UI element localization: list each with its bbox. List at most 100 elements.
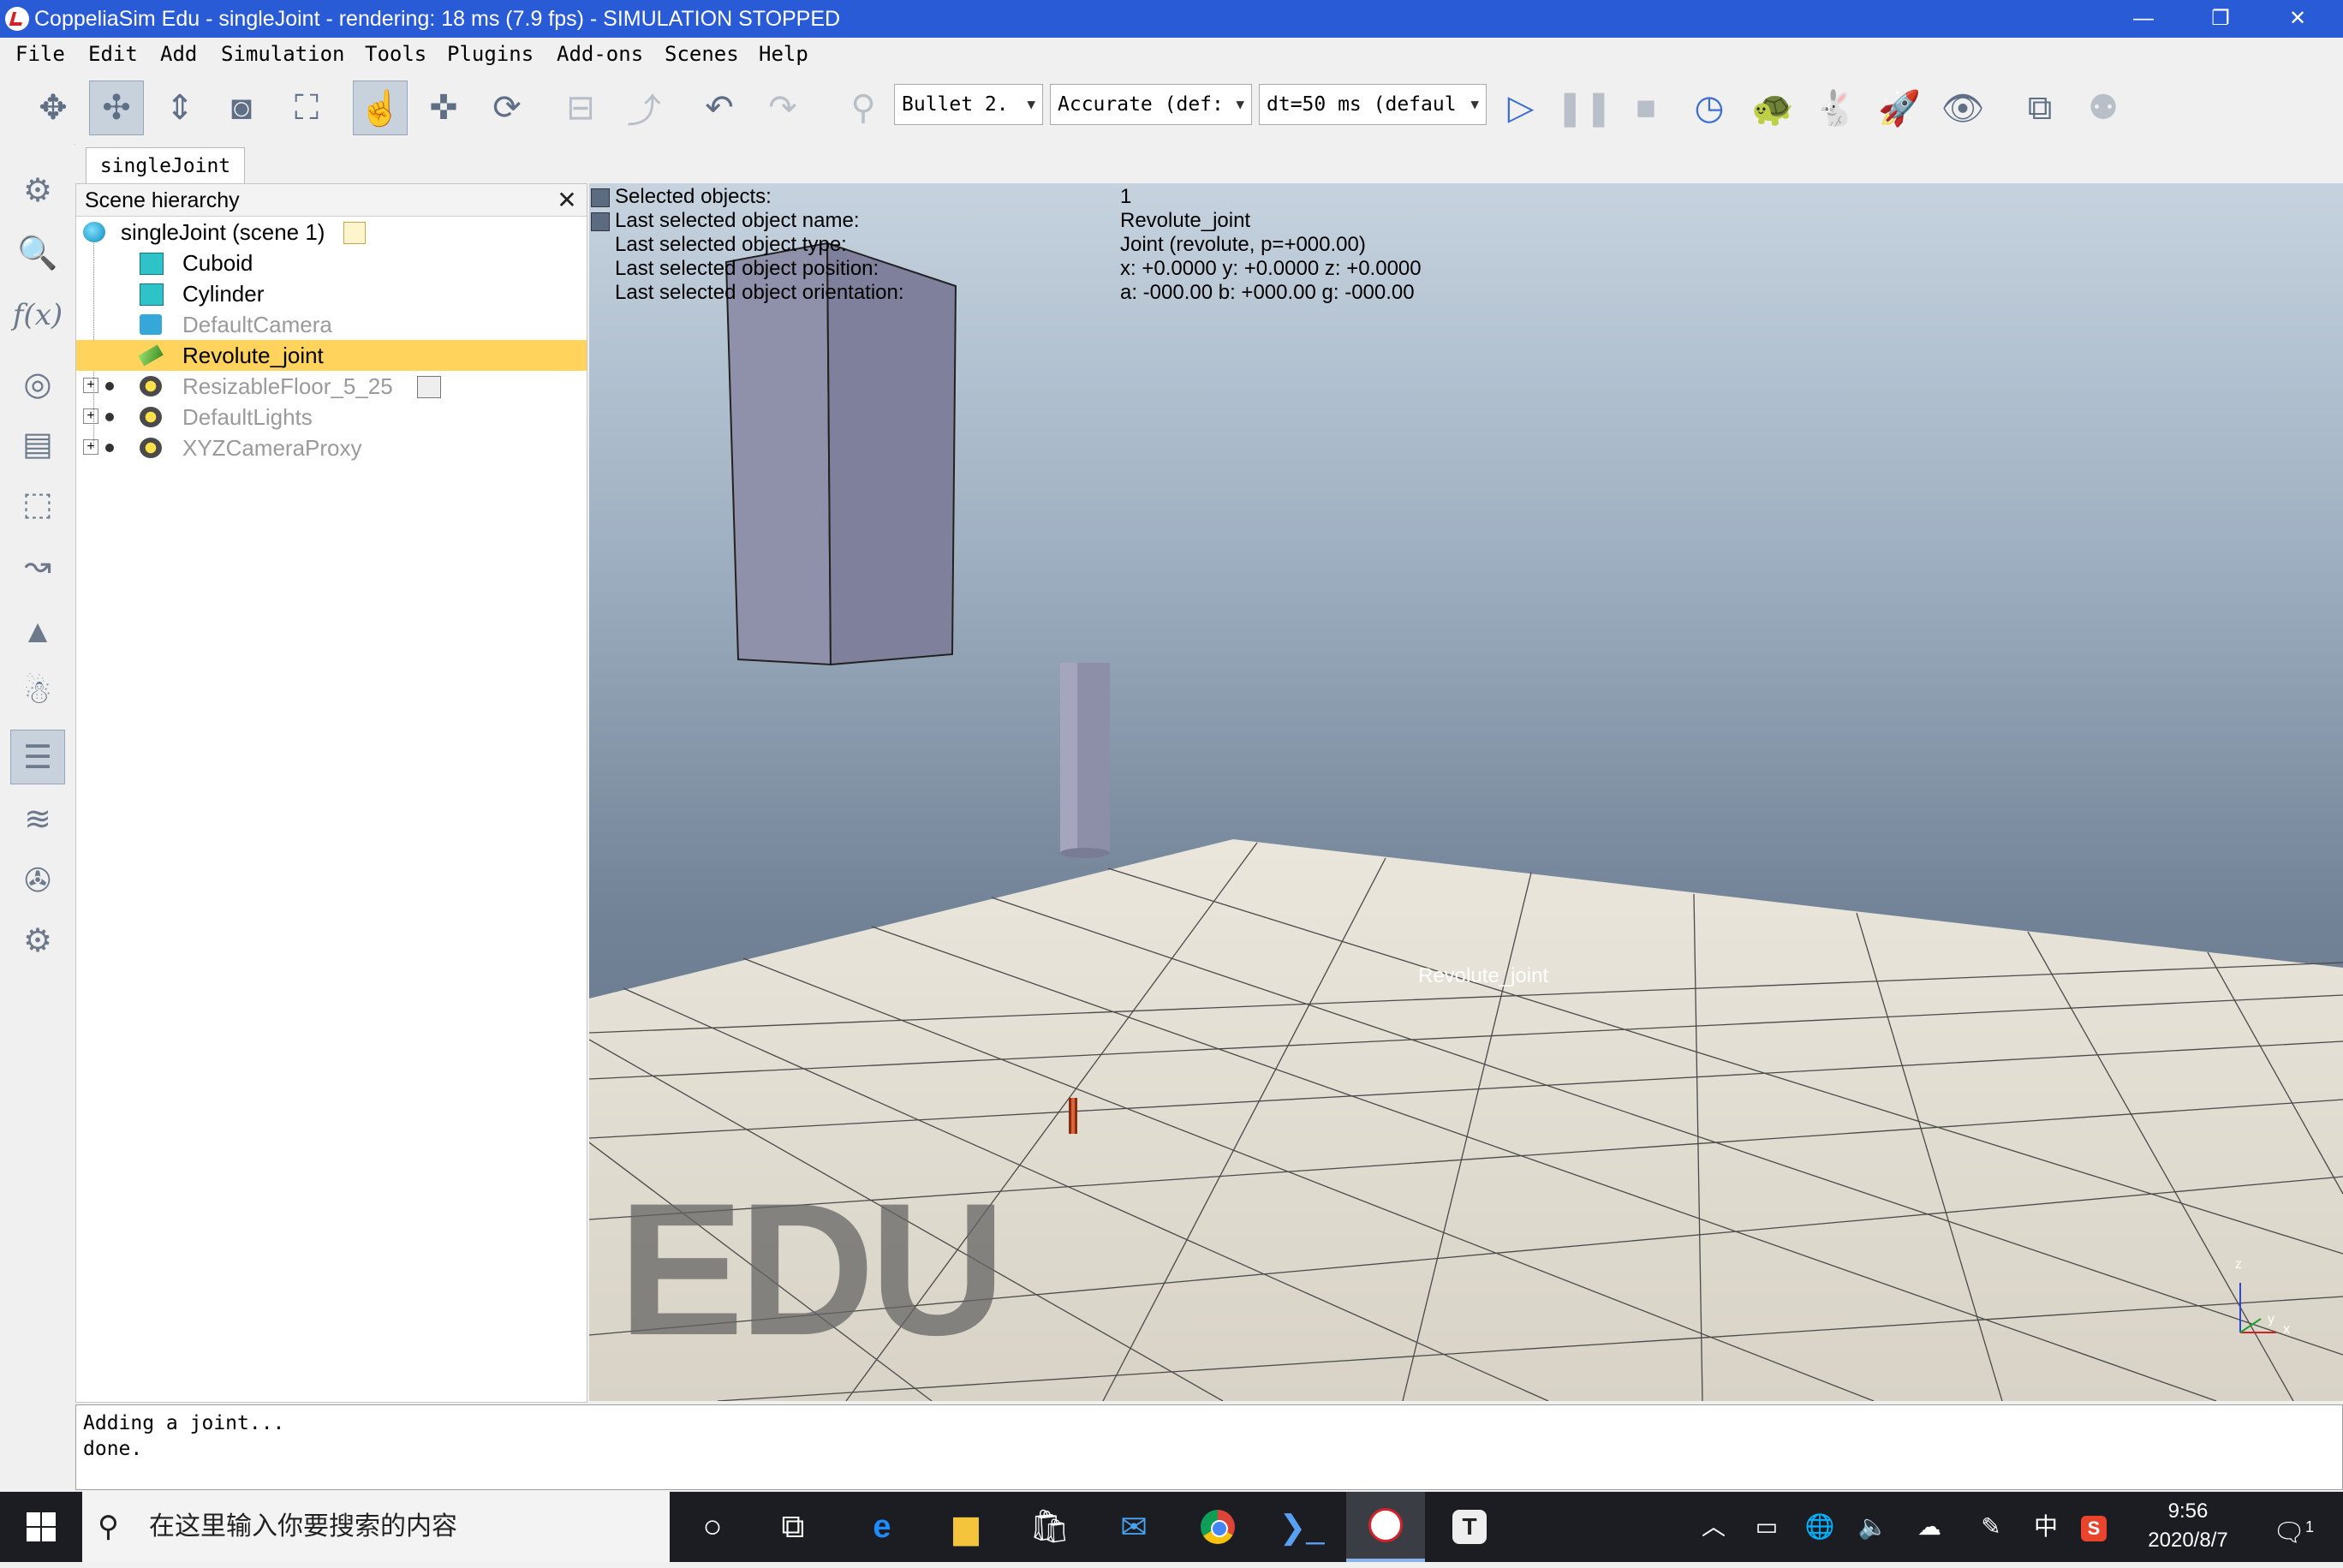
show-hidden-icons-icon[interactable]: ︿ [1692,1492,1735,1562]
object-shift-icon[interactable]: ✜ [416,80,471,135]
hierarchy-item-resizablefloor[interactable]: + ResizableFloor_5_25 [76,371,587,402]
menu-edit[interactable]: Edit [88,38,138,70]
hierarchy-item-scene[interactable]: singleJoint (scene 1) [76,217,587,247]
cloud-upload-icon[interactable]: ☁ [1908,1492,1951,1562]
menu-tools[interactable]: Tools [365,38,426,70]
scene-hierarchy-icon[interactable]: ☰ [10,730,65,784]
physics-engine-select[interactable]: Bullet 2. ▼ [894,84,1043,125]
scripts-icon[interactable]: ▤ [10,416,65,471]
user-settings-icon[interactable]: ⚙ [10,913,65,968]
undo-icon[interactable]: ↶ [692,80,747,135]
model-icon [140,376,162,396]
taskbar-clock[interactable]: 9:56 2020/8/7 [2115,1497,2261,1555]
menu-add[interactable]: Add [160,38,197,70]
menu-file[interactable]: File [15,38,65,70]
sogou-ime-icon[interactable]: S [2072,1492,2115,1562]
mail-icon[interactable]: ✉ [1094,1492,1173,1562]
layers-icon[interactable]: ≋ [10,791,65,846]
video-recorder-icon[interactable]: ✇ [10,853,65,908]
redo-icon[interactable]: ↷ [755,80,810,135]
selection-icon[interactable]: ▲ [10,605,65,659]
stop-icon[interactable]: ■ [1619,80,1673,135]
menu-help[interactable]: Help [759,38,808,70]
menu-bar: File Edit Add Simulation Tools Plugins A… [0,38,2343,70]
model-dot-icon [105,413,114,421]
close-button[interactable]: ✕ [2259,0,2336,38]
camera-rotate-icon[interactable]: ✣ [89,80,144,135]
magnifier-icon[interactable]: 🔍 [10,226,65,281]
script-icon[interactable] [343,222,366,244]
powershell-icon[interactable]: ❯_ [1262,1492,1341,1562]
transfer-dna-icon[interactable]: ⤴ [617,80,671,135]
real-time-icon[interactable]: ◷ [1682,80,1737,135]
click-select-icon[interactable]: ☝ [353,80,408,135]
scene-selector-icon[interactable]: ⚉ [2076,80,2131,135]
typora-icon[interactable]: T [1430,1492,1509,1562]
camera-angle-icon[interactable]: ◙ [214,80,269,135]
simulation-settings-icon[interactable]: ⚙ [10,163,65,218]
taskbar-search-box[interactable]: ⚲ 在这里输入你要搜索的内容 [82,1492,670,1562]
info-value: Joint (revolute, p=+000.00) [1120,233,1366,256]
expand-icon[interactable]: + [83,408,98,424]
assemble-icon[interactable]: ⊟ [553,80,608,135]
pen-icon[interactable]: ✎ [1970,1492,2012,1562]
shape-edit-icon[interactable]: ⬚ [10,476,65,531]
expand-icon[interactable]: + [83,439,98,455]
visualization-eye-icon[interactable]: 👁 [1935,80,1990,135]
collections-icon[interactable]: ◎ [10,356,65,411]
speed-up-rabbit-icon[interactable]: 🐇 [1809,80,1863,135]
hierarchy-item-xyzcameraproxy[interactable]: + XYZCameraProxy [76,432,587,463]
thread-rendering-rocket-icon[interactable]: 🚀 [1872,80,1927,135]
battery-icon[interactable]: ▭ [1745,1492,1788,1562]
task-view-icon[interactable]: ⧉ [754,1492,832,1562]
menu-scenes[interactable]: Scenes [665,38,739,70]
slow-down-turtle-icon[interactable]: 🐢 [1745,80,1800,135]
path-edit-icon[interactable]: ↝ [10,538,65,593]
object-rotate-icon[interactable]: ⟳ [480,80,534,135]
file-explorer-icon[interactable]: ▆ [927,1492,1005,1562]
page-selector-icon[interactable]: ⧉ [2012,80,2067,135]
status-console[interactable]: Adding a joint... done. [75,1404,2343,1490]
coppeliasim-taskbar-icon[interactable] [1346,1492,1425,1562]
start-button[interactable] [0,1492,82,1562]
play-icon[interactable]: ▷ [1493,80,1548,135]
network-globe-icon[interactable]: 🌐 [1798,1492,1841,1562]
coppeliasim-logo-icon [5,7,29,31]
hierarchy-item-defaultlights[interactable]: + DefaultLights [76,402,587,432]
timestep-select[interactable]: dt=50 ms (defaul ▼ [1259,84,1487,125]
cube-icon [140,283,164,306]
restore-button[interactable]: ❐ [2182,0,2259,38]
ime-mode[interactable]: 中 [2024,1492,2067,1562]
minimize-button[interactable]: — [2105,0,2182,38]
script-icon[interactable] [417,376,441,398]
hierarchy-item-cuboid[interactable]: Cuboid [76,247,587,278]
menu-simulation[interactable]: Simulation [221,38,345,70]
hierarchy-item-revolute-joint[interactable]: Revolute_joint [76,340,587,371]
camera-pan-icon[interactable]: ✥ [26,80,80,135]
menu-add-ons[interactable]: Add-ons [557,38,643,70]
hierarchy-item-label: DefaultCamera [182,312,332,337]
info-collapse-icon[interactable] [591,188,610,207]
calculation-modules-icon[interactable]: f(x) [10,288,65,343]
hierarchy-item-cylinder[interactable]: Cylinder [76,278,587,309]
chrome-icon[interactable] [1178,1492,1257,1562]
camera-shift-icon[interactable]: ⇕ [152,80,207,135]
expand-icon[interactable]: + [83,378,98,393]
dynamics-content-icon[interactable]: ⚲ [836,80,891,135]
volume-icon[interactable]: 🔈 [1851,1492,1894,1562]
dynamics-accuracy-select[interactable]: Accurate (def: ▼ [1050,84,1252,125]
pause-icon[interactable]: ❚❚ [1555,80,1613,135]
cortana-icon[interactable]: ○ [673,1492,752,1562]
timestep-value: dt=50 ms (defaul [1267,93,1457,116]
model-browser-icon[interactable]: ☃ [10,665,65,719]
store-icon[interactable]: 🛍 [1011,1492,1089,1562]
menu-plugins[interactable]: Plugins [447,38,534,70]
hierarchy-item-defaultcamera[interactable]: DefaultCamera [76,309,587,340]
tab-singlejoint[interactable]: singleJoint [86,147,245,185]
info-expand-icon[interactable] [591,212,610,231]
fit-to-view-icon[interactable]: ⛶ [279,80,334,135]
edge-browser-icon[interactable]: e [843,1492,921,1562]
close-icon[interactable]: ✕ [552,186,581,215]
model-dot-icon [105,382,114,391]
notification-center-icon[interactable]: 🗨1 [2261,1492,2326,1562]
